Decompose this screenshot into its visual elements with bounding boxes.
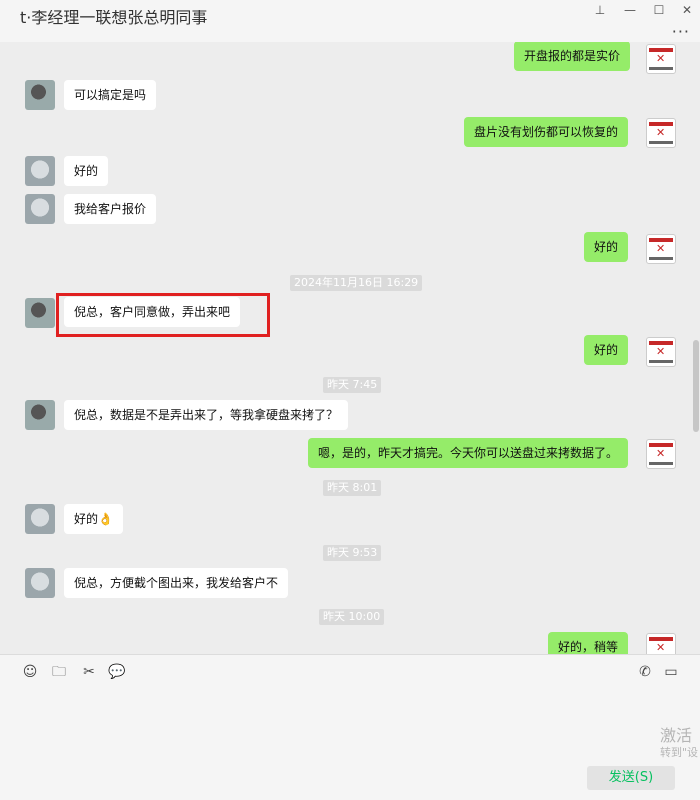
phone-icon[interactable]: ✆: [636, 663, 654, 681]
chat-history-icon[interactable]: 💬: [108, 663, 126, 681]
contact-avatar[interactable]: [25, 504, 55, 534]
contact-avatar[interactable]: [25, 80, 55, 110]
activation-watermark-sub: 转到"设: [660, 746, 699, 759]
contact-avatar[interactable]: [25, 568, 55, 598]
message-input-area[interactable]: ☺ 🗀 ✂ 💬 ✆ ▭ 激活 转到"设 发送(S): [0, 655, 700, 800]
contact-avatar[interactable]: [25, 194, 55, 224]
title-bar: t·李经理一联想张总明同事 ⊥ — ☐ ✕ ···: [0, 0, 700, 42]
message-bubble[interactable]: 开盘报的都是实价: [513, 42, 630, 71]
minimize-icon[interactable]: —: [622, 3, 638, 17]
message-bubble[interactable]: 嗯，是的，昨天才搞完。今天你可以送盘过来拷数据了。: [307, 438, 628, 468]
message-bubble[interactable]: 可以搞定是吗: [64, 80, 157, 110]
message-bubble[interactable]: 倪总，数据是不是弄出来了，等我拿硬盘来拷了？: [64, 400, 349, 430]
message-bubble[interactable]: 好的: [64, 156, 109, 186]
message-bubble[interactable]: 好的👌: [64, 504, 123, 534]
message-bubble[interactable]: 倪总，方便截个图出来，我发给客户不: [64, 568, 289, 598]
contact-avatar[interactable]: [25, 156, 55, 186]
timestamp: 昨天 8:01: [323, 480, 382, 496]
self-avatar[interactable]: [646, 44, 676, 74]
self-avatar[interactable]: [646, 439, 676, 469]
timestamp: 昨天 7:45: [323, 377, 382, 393]
self-avatar[interactable]: [646, 633, 676, 654]
activation-watermark: 激活: [660, 726, 693, 745]
timestamp: 2024年11月16日 16:29: [290, 275, 423, 291]
timestamp: 昨天 10:00: [319, 609, 385, 625]
highlight-box: [56, 293, 270, 337]
pin-icon[interactable]: ⊥: [592, 3, 608, 17]
message-bubble[interactable]: 好的，稍等: [547, 632, 628, 654]
message-bubble[interactable]: 我给客户报价: [64, 194, 157, 224]
self-avatar[interactable]: [646, 118, 676, 148]
video-icon[interactable]: ▭: [662, 663, 680, 681]
scroll-thumb[interactable]: [693, 340, 699, 432]
message-bubble[interactable]: 好的: [583, 232, 628, 262]
chat-title: t·李经理一联想张总明同事: [20, 10, 208, 26]
contact-avatar[interactable]: [25, 298, 55, 328]
maximize-icon[interactable]: ☐: [651, 3, 667, 17]
send-button[interactable]: 发送(S): [587, 766, 675, 790]
more-icon[interactable]: ···: [672, 22, 690, 41]
self-avatar[interactable]: [646, 337, 676, 367]
scissors-icon[interactable]: ✂: [80, 663, 98, 681]
chat-area[interactable]: 开盘报的都是实价 可以搞定是吗 盘片没有划伤都可以恢复的 好的 我给客户报价 好…: [0, 42, 690, 654]
folder-icon[interactable]: 🗀: [50, 663, 68, 681]
message-bubble[interactable]: 盘片没有划伤都可以恢复的: [463, 117, 628, 147]
contact-avatar[interactable]: [25, 400, 55, 430]
timestamp: 昨天 9:53: [323, 545, 382, 561]
emoji-icon[interactable]: ☺: [21, 663, 39, 681]
self-avatar[interactable]: [646, 234, 676, 264]
message-bubble[interactable]: 好的: [583, 335, 628, 365]
